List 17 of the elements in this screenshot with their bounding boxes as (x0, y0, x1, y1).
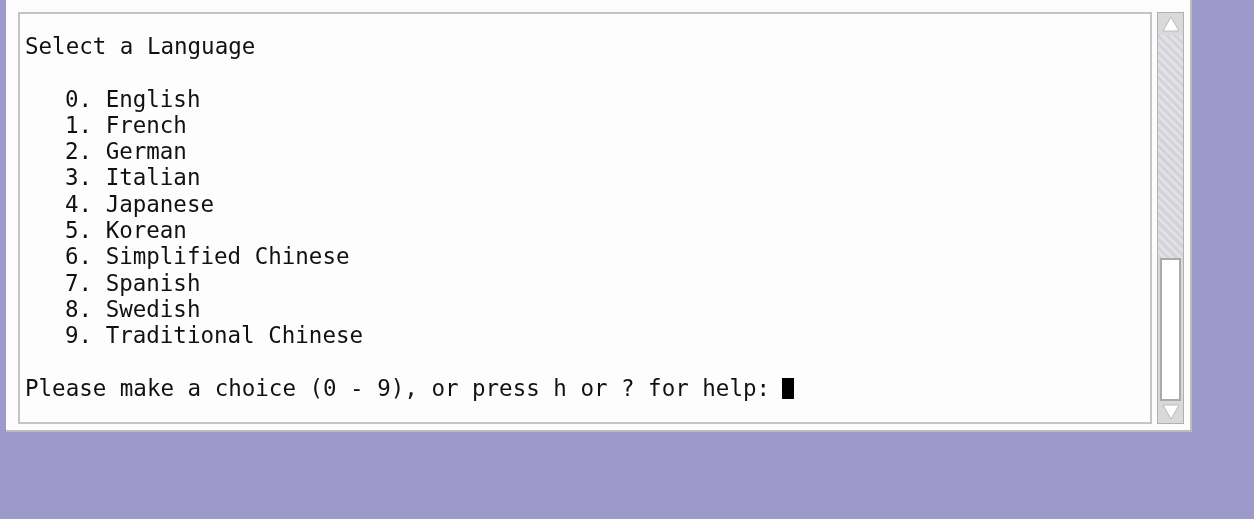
language-option: 2. German (65, 138, 187, 165)
language-option: 6. Simplified Chinese (65, 243, 350, 270)
language-option: 7. Spanish (65, 269, 201, 296)
menu-heading: Select a Language (25, 33, 256, 60)
language-option: 0. English (65, 85, 201, 112)
language-option: 8. Swedish (65, 295, 201, 323)
language-option: 5. Korean (65, 217, 187, 244)
scroll-down-arrow-icon[interactable] (1160, 402, 1181, 422)
language-option: 1. French (65, 111, 187, 139)
scrollbar[interactable] (1157, 12, 1184, 424)
prompt-text: Please make a choice (0 - 9), or press h or ? for help: (25, 374, 771, 402)
scroll-up-arrow-icon[interactable] (1160, 14, 1181, 34)
language-option: 9. Traditional Chinese (65, 322, 363, 349)
language-option: 4. Japanese (65, 190, 214, 218)
text-cursor (782, 377, 795, 399)
scrollbar-thumb[interactable] (1160, 258, 1181, 401)
language-option: 3. Italian (65, 164, 201, 191)
